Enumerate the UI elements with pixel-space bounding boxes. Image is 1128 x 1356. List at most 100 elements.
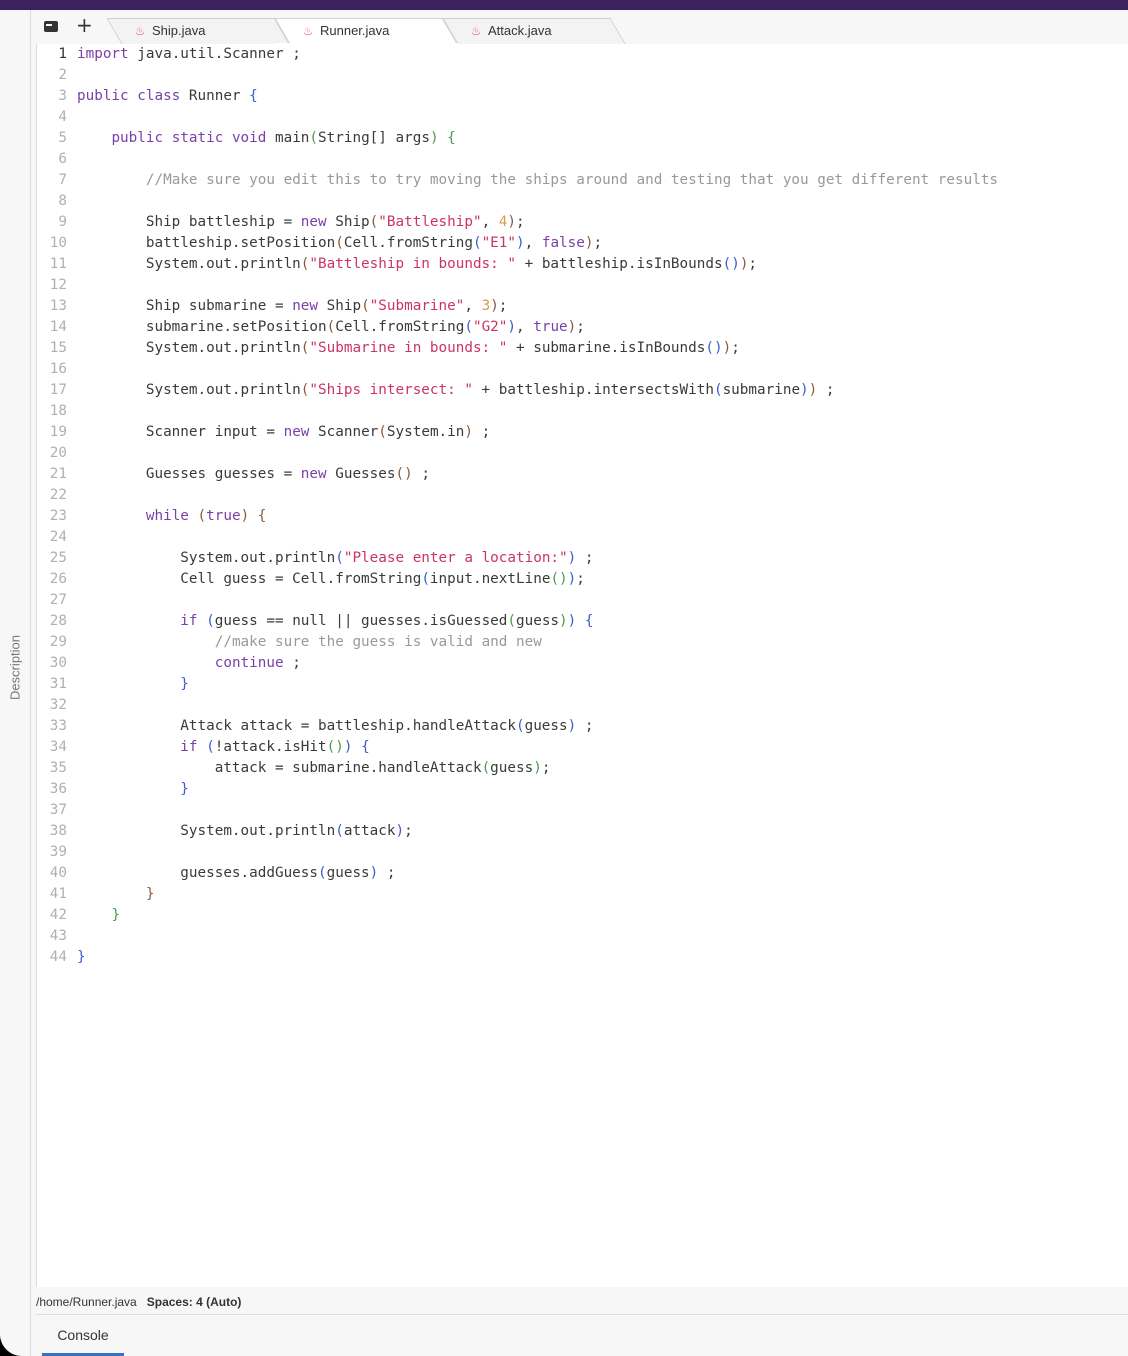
code-editor[interactable]: 1 import java.util.Scanner ; 2 3 public clas… (36, 44, 1128, 1287)
code-token: ; (283, 655, 301, 671)
code-line[interactable]: 15 System.out.println("Submarine in boun… (37, 338, 998, 359)
code-token: new (283, 424, 310, 440)
code-line[interactable]: 8 (37, 191, 998, 212)
code-line[interactable]: 32 (37, 695, 998, 716)
tab-console[interactable]: Console (42, 1315, 124, 1356)
code-line[interactable]: 23 while (true) { (37, 506, 998, 527)
code-token: () (722, 256, 740, 272)
code-token: ) (507, 319, 517, 335)
code-line[interactable]: 29 //make sure the guess is valid and ne… (37, 632, 998, 653)
code-line[interactable]: 40 guesses.addGuess(guess) ; (37, 863, 998, 884)
code-line[interactable]: 36 } (37, 779, 998, 800)
code-line[interactable]: 17 System.out.println ("Ships intersect: … (37, 380, 998, 401)
add-file-button[interactable]: + (76, 14, 93, 36)
code-line[interactable]: 44} (37, 947, 998, 968)
code-line[interactable]: 33 Attack attack = battleship.handleAtta… (37, 716, 998, 737)
code-line[interactable]: 26 Cell guess = Cell.fromString(input.ne… (37, 569, 998, 590)
tab-label: Attack.java (488, 23, 552, 38)
code-line[interactable]: 5 public static void main(String[] args)… (37, 128, 998, 149)
code-line[interactable]: 9 Ship battleship = new Ship("Battleship… (37, 212, 998, 233)
description-sidebar[interactable]: Description (0, 10, 31, 1356)
code-line[interactable]: 25 System.out.println("Please enter a lo… (37, 548, 998, 569)
line-text: } (77, 884, 155, 905)
files-panel-icon[interactable] (44, 19, 60, 35)
code-line[interactable]: 3 public class Runner { (37, 86, 998, 107)
code-line[interactable]: 30 continue ; (37, 653, 998, 674)
code-line[interactable]: 2 (37, 65, 998, 86)
code-line[interactable]: 27 (37, 590, 998, 611)
line-text: public static void main(String[] args) { (77, 128, 455, 149)
code-token: { (249, 88, 258, 104)
code-token: ( (507, 613, 516, 629)
code-token: Ship submarine = (77, 298, 293, 314)
code-line[interactable]: 12 (37, 275, 998, 296)
code-line[interactable]: 37 (37, 800, 998, 821)
tab-ship-java[interactable]: ♨ Ship.java (106, 18, 290, 44)
tab-label: Runner.java (320, 23, 390, 38)
tab-attack-java[interactable]: ♨ Attack.java (442, 18, 626, 44)
line-number: 44 (49, 949, 67, 965)
code-line[interactable]: 16 (37, 359, 998, 380)
code-line[interactable]: 22 (37, 485, 998, 506)
code-line[interactable]: 7 //Make sure you edit this to try movin… (37, 170, 998, 191)
code-token: Scanner (309, 424, 379, 440)
code-line[interactable]: 31 } (37, 674, 998, 695)
code-line[interactable]: 10 battleship.setPosition(Cell.fromStrin… (37, 233, 998, 254)
code-line[interactable]: 24 (37, 527, 998, 548)
code-token: ) (800, 382, 809, 398)
code-line[interactable]: 20 (37, 443, 998, 464)
line-text: System.out.println("Battleship in bounds… (77, 254, 757, 275)
code-line[interactable]: 41 } (37, 884, 998, 905)
tab-runner-java[interactable]: ♨ Runner.java (274, 18, 458, 45)
description-sidebar-label[interactable]: Description (8, 623, 23, 713)
code-token: System.out.println (77, 340, 301, 356)
code-line[interactable]: 43 (37, 926, 998, 947)
code-line[interactable]: 38 System.out.println(attack); (37, 821, 998, 842)
line-number: 26 (49, 571, 67, 587)
line-number: 42 (49, 907, 67, 923)
code-line[interactable]: 6 (37, 149, 998, 170)
line-text: } (77, 905, 120, 926)
line-number: 1 (58, 46, 67, 62)
code-line[interactable]: 19 Scanner input = new Scanner(System.in… (37, 422, 998, 443)
code-token: ) (516, 235, 525, 251)
code-token: "Please enter a location:" (343, 550, 568, 566)
code-line[interactable]: 35 attack = submarine.handleAttack(guess… (37, 758, 998, 779)
bottom-panel-tabs: Console (36, 1315, 1128, 1356)
code-line[interactable]: 11 System.out.println("Battleship in bou… (37, 254, 998, 275)
code-token: () (550, 571, 568, 587)
code-token: ( (309, 130, 319, 146)
code-line[interactable]: 21 Guesses guesses = new Guesses() ; (37, 464, 998, 485)
code-line[interactable]: 4 (37, 107, 998, 128)
code-line[interactable]: 13 Ship submarine = new Ship("Submarine"… (37, 296, 998, 317)
code-token: //make sure the guess is valid and new (214, 634, 542, 650)
code-token: ) (567, 550, 577, 566)
code-line[interactable]: 18 (37, 401, 998, 422)
line-number: 17 (49, 382, 67, 398)
code-token: , (516, 319, 534, 335)
line-number: 28 (49, 613, 67, 629)
code-token: ( (361, 298, 370, 314)
line-number: 4 (58, 109, 67, 125)
indentation-setting[interactable]: Spaces: 4 (Auto) (147, 1295, 242, 1309)
code-lines[interactable]: 1 import java.util.Scanner ; 2 3 public clas… (37, 44, 998, 968)
code-line[interactable]: 1 import java.util.Scanner ; (37, 44, 998, 65)
line-text: while (true) { (77, 506, 267, 527)
line-text: System.out.println("Submarine in bounds:… (77, 338, 740, 359)
code-line[interactable]: 42 } (37, 905, 998, 926)
line-number: 32 (49, 697, 67, 713)
code-token: () (395, 466, 413, 482)
line-number: 35 (49, 760, 67, 776)
code-line[interactable]: 14 submarine.setPosition(Cell.fromString… (37, 317, 998, 338)
code-token: ( (326, 319, 336, 335)
code-line[interactable]: 39 (37, 842, 998, 863)
code-line[interactable]: 34 if (!attack.isHit()) { (37, 737, 998, 758)
code-line[interactable]: 28 if (guess == null || guesses.isGuesse… (37, 611, 998, 632)
code-token: public static void (111, 130, 267, 146)
code-token: ( (713, 382, 723, 398)
code-token: ( (206, 739, 215, 755)
